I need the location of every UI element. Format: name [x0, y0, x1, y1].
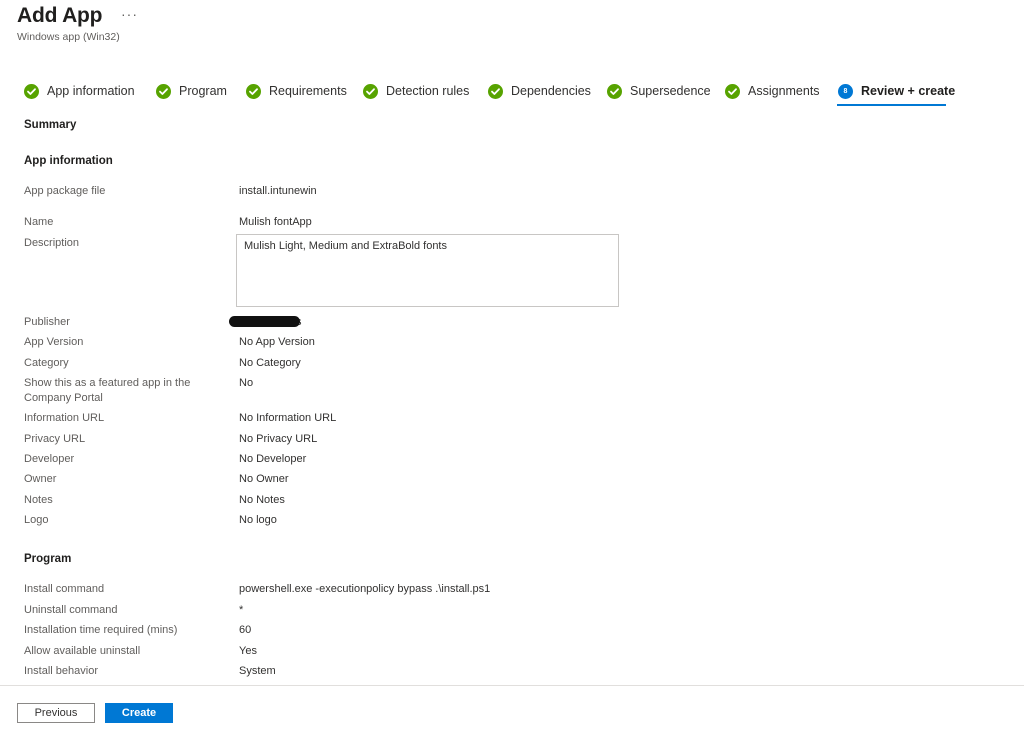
footer-divider	[0, 685, 1024, 686]
row-label: Category	[24, 357, 69, 369]
tab-label: Program	[179, 84, 227, 98]
tab-dependencies[interactable]: Dependencies	[488, 80, 591, 108]
step-number-icon: 8	[838, 84, 853, 99]
row-label: Publisher	[24, 316, 70, 328]
page-title: Add App	[17, 4, 103, 27]
tab-label: Detection rules	[386, 84, 470, 98]
row-label: Logo	[24, 514, 49, 526]
description-text: Mulish Light, Medium and ExtraBold fonts	[244, 240, 447, 252]
row-label: Uninstall command	[24, 604, 118, 616]
description-field: Mulish Light, Medium and ExtraBold fonts	[236, 234, 619, 307]
previous-button[interactable]: Previous	[17, 703, 95, 723]
check-circle-icon	[156, 84, 171, 99]
app-information-heading: App information	[24, 155, 113, 167]
page-subtitle: Windows app (Win32)	[17, 31, 120, 43]
row-label: Install command	[24, 583, 105, 595]
row-value: No Owner	[239, 473, 289, 485]
row-value: No Information URL	[239, 412, 337, 424]
tab-detection-rules[interactable]: Detection rules	[363, 80, 469, 108]
tab-label: Dependencies	[511, 84, 591, 98]
redaction-mark	[229, 316, 300, 327]
row-value: System	[239, 665, 276, 677]
check-circle-icon	[488, 84, 503, 99]
row-label: Allow available uninstall	[24, 645, 141, 657]
row-label: Name	[24, 216, 54, 228]
row-value: Yes	[239, 645, 257, 657]
tab-assignments[interactable]: Assignments	[725, 80, 820, 108]
check-circle-icon	[363, 84, 378, 99]
tab-label: Review + create	[861, 84, 956, 98]
row-value: No App Version	[239, 336, 315, 348]
row-label: Install behavior	[24, 665, 98, 677]
row-value: No	[239, 377, 254, 389]
row-value: No logo	[239, 514, 277, 526]
check-circle-icon	[607, 84, 622, 99]
row-value: install.intunewin	[239, 185, 317, 197]
row-value: Mulish fontApp	[239, 216, 312, 228]
summary-heading: Summary	[24, 119, 77, 131]
row-label: App Version	[24, 336, 84, 348]
row-value: *	[239, 604, 244, 616]
row-label: Notes	[24, 494, 53, 506]
check-circle-icon	[725, 84, 740, 99]
row-label: Installation time required (mins)	[24, 624, 178, 636]
tab-supersedence[interactable]: Supersedence	[607, 80, 711, 108]
tab-program[interactable]: Program	[156, 80, 227, 108]
row-label: Show this as a featured app in the Compa…	[24, 377, 191, 404]
check-circle-icon	[246, 84, 261, 99]
row-label: Information URL	[24, 412, 105, 424]
row-value: 60	[239, 624, 252, 636]
tab-label: Supersedence	[630, 84, 711, 98]
more-options-button[interactable]: ···	[121, 6, 138, 22]
row-value: powershell.exe -executionpolicy bypass .…	[239, 583, 491, 595]
tab-label: App information	[47, 84, 135, 98]
tab-requirements[interactable]: Requirements	[246, 80, 347, 108]
tab-app-information[interactable]: App information	[24, 80, 135, 108]
tab-label: Assignments	[748, 84, 820, 98]
row-value: No Privacy URL	[239, 433, 318, 445]
row-label: Developer	[24, 453, 75, 465]
row-label: Owner	[24, 473, 57, 485]
row-value: No Category	[239, 357, 301, 369]
active-tab-indicator	[837, 104, 946, 106]
tab-label: Requirements	[269, 84, 347, 98]
row-value: No Developer	[239, 453, 307, 465]
row-label: Privacy URL	[24, 433, 86, 445]
check-circle-icon	[24, 84, 39, 99]
row-value: No Notes	[239, 494, 285, 506]
row-label: Description	[24, 237, 80, 249]
program-heading: Program	[24, 553, 72, 565]
create-button[interactable]: Create	[105, 703, 173, 723]
row-label: App package file	[24, 185, 106, 197]
